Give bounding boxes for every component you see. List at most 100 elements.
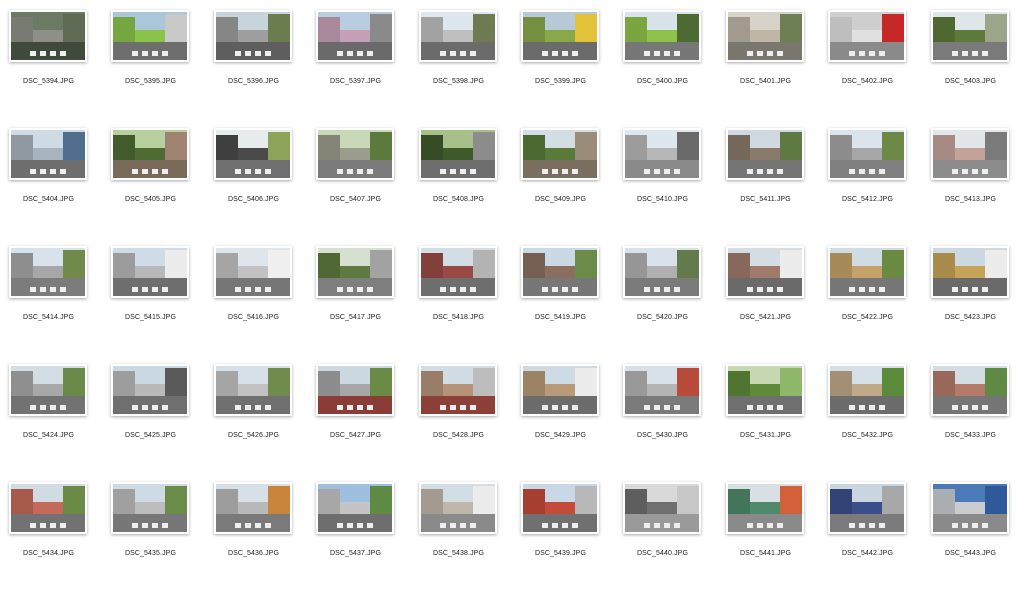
file-thumbnail[interactable]: [828, 10, 906, 62]
file-item[interactable]: DSC_5430.JPG: [614, 354, 716, 472]
file-item[interactable]: DSC_5440.JPG: [614, 472, 716, 590]
file-thumbnail[interactable]: [623, 246, 701, 298]
file-item[interactable]: DSC_5402.JPG: [819, 0, 921, 118]
file-thumbnail[interactable]: [828, 128, 906, 180]
file-thumbnail[interactable]: [828, 246, 906, 298]
file-item[interactable]: DSC_5399.JPG: [512, 0, 614, 118]
file-item[interactable]: DSC_5400.JPG: [614, 0, 716, 118]
file-thumbnail[interactable]: [828, 364, 906, 416]
file-thumbnail[interactable]: [111, 128, 189, 180]
file-thumbnail[interactable]: [214, 482, 292, 534]
file-thumbnail[interactable]: [316, 246, 394, 298]
file-thumbnail[interactable]: [828, 482, 906, 534]
file-thumbnail[interactable]: [623, 128, 701, 180]
file-thumbnail[interactable]: [726, 128, 804, 180]
file-thumbnail[interactable]: [419, 364, 497, 416]
file-item[interactable]: DSC_5421.JPG: [717, 236, 819, 354]
file-item[interactable]: DSC_5439.JPG: [512, 472, 614, 590]
file-item[interactable]: DSC_5427.JPG: [307, 354, 409, 472]
file-thumbnail[interactable]: [214, 10, 292, 62]
file-thumbnail[interactable]: [521, 128, 599, 180]
file-item[interactable]: DSC_5397.JPG: [307, 0, 409, 118]
file-thumbnail[interactable]: [521, 10, 599, 62]
file-thumbnail[interactable]: [623, 10, 701, 62]
file-item[interactable]: DSC_5418.JPG: [410, 236, 512, 354]
file-thumbnail[interactable]: [111, 246, 189, 298]
file-thumbnail[interactable]: [214, 364, 292, 416]
file-item[interactable]: DSC_5403.JPG: [922, 0, 1024, 118]
file-thumbnail[interactable]: [419, 246, 497, 298]
file-thumbnail[interactable]: [316, 10, 394, 62]
file-item[interactable]: DSC_5437.JPG: [307, 472, 409, 590]
file-thumbnail[interactable]: [419, 128, 497, 180]
file-thumbnail[interactable]: [111, 482, 189, 534]
file-item[interactable]: DSC_5411.JPG: [717, 118, 819, 236]
file-thumbnail[interactable]: [931, 364, 1009, 416]
file-item[interactable]: DSC_5433.JPG: [922, 354, 1024, 472]
file-thumbnail[interactable]: [419, 482, 497, 534]
file-thumbnail[interactable]: [931, 10, 1009, 62]
file-item[interactable]: DSC_5426.JPG: [205, 354, 307, 472]
file-item[interactable]: DSC_5416.JPG: [205, 236, 307, 354]
file-item[interactable]: DSC_5417.JPG: [307, 236, 409, 354]
file-item[interactable]: DSC_5415.JPG: [102, 236, 204, 354]
file-item[interactable]: DSC_5435.JPG: [102, 472, 204, 590]
file-thumbnail[interactable]: [521, 246, 599, 298]
file-item[interactable]: DSC_5425.JPG: [102, 354, 204, 472]
file-thumbnail[interactable]: [214, 246, 292, 298]
file-item[interactable]: DSC_5410.JPG: [614, 118, 716, 236]
file-item[interactable]: DSC_5442.JPG: [819, 472, 921, 590]
file-thumbnail[interactable]: [623, 364, 701, 416]
file-item[interactable]: DSC_5409.JPG: [512, 118, 614, 236]
file-thumbnail[interactable]: [931, 128, 1009, 180]
file-thumbnail[interactable]: [111, 364, 189, 416]
file-thumbnail[interactable]: [623, 482, 701, 534]
file-thumbnail[interactable]: [931, 482, 1009, 534]
file-item[interactable]: DSC_5396.JPG: [205, 0, 307, 118]
file-item[interactable]: DSC_5406.JPG: [205, 118, 307, 236]
file-thumbnail[interactable]: [316, 482, 394, 534]
file-item[interactable]: DSC_5414.JPG: [0, 236, 102, 354]
file-item[interactable]: DSC_5431.JPG: [717, 354, 819, 472]
file-thumbnail[interactable]: [9, 128, 87, 180]
file-thumbnail[interactable]: [726, 482, 804, 534]
file-item[interactable]: DSC_5424.JPG: [0, 354, 102, 472]
file-item[interactable]: DSC_5443.JPG: [922, 472, 1024, 590]
file-thumbnail[interactable]: [726, 364, 804, 416]
file-item[interactable]: DSC_5404.JPG: [0, 118, 102, 236]
file-item[interactable]: DSC_5408.JPG: [410, 118, 512, 236]
file-item[interactable]: DSC_5422.JPG: [819, 236, 921, 354]
file-item[interactable]: DSC_5398.JPG: [410, 0, 512, 118]
file-thumbnail[interactable]: [9, 482, 87, 534]
file-item[interactable]: DSC_5436.JPG: [205, 472, 307, 590]
file-item[interactable]: DSC_5434.JPG: [0, 472, 102, 590]
file-thumbnail[interactable]: [521, 364, 599, 416]
file-thumbnail[interactable]: [419, 10, 497, 62]
file-thumbnail[interactable]: [726, 246, 804, 298]
file-item[interactable]: DSC_5405.JPG: [102, 118, 204, 236]
file-item[interactable]: DSC_5412.JPG: [819, 118, 921, 236]
file-thumbnail[interactable]: [521, 482, 599, 534]
file-item[interactable]: DSC_5420.JPG: [614, 236, 716, 354]
file-item[interactable]: DSC_5407.JPG: [307, 118, 409, 236]
file-item[interactable]: DSC_5441.JPG: [717, 472, 819, 590]
file-item[interactable]: DSC_5419.JPG: [512, 236, 614, 354]
file-thumbnail[interactable]: [9, 246, 87, 298]
file-item[interactable]: DSC_5423.JPG: [922, 236, 1024, 354]
file-item[interactable]: DSC_5432.JPG: [819, 354, 921, 472]
file-thumbnail[interactable]: [214, 128, 292, 180]
file-item[interactable]: DSC_5429.JPG: [512, 354, 614, 472]
file-item[interactable]: DSC_5394.JPG: [0, 0, 102, 118]
file-thumbnail[interactable]: [726, 10, 804, 62]
file-thumbnail[interactable]: [316, 364, 394, 416]
file-thumbnail[interactable]: [316, 128, 394, 180]
file-thumbnail[interactable]: [111, 10, 189, 62]
file-item[interactable]: DSC_5438.JPG: [410, 472, 512, 590]
file-thumbnail[interactable]: [9, 10, 87, 62]
file-item[interactable]: DSC_5395.JPG: [102, 0, 204, 118]
file-item[interactable]: DSC_5413.JPG: [922, 118, 1024, 236]
file-item[interactable]: DSC_5428.JPG: [410, 354, 512, 472]
file-thumbnail[interactable]: [9, 364, 87, 416]
file-thumbnail[interactable]: [931, 246, 1009, 298]
file-item[interactable]: DSC_5401.JPG: [717, 0, 819, 118]
